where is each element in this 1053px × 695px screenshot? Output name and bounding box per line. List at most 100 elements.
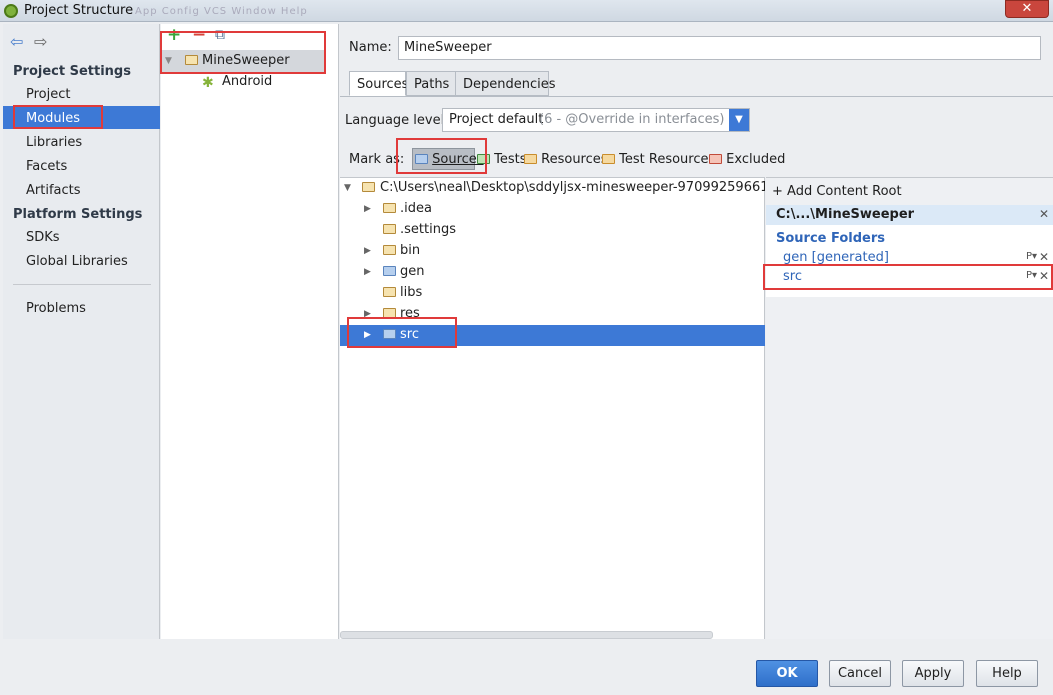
tab-divider (340, 96, 1053, 97)
mark-resources-label: Resources (541, 152, 608, 167)
mark-resources-button[interactable]: Resources (524, 152, 608, 167)
source-folder-row-gen[interactable]: gen [generated] P▾ ✕ (766, 249, 1053, 267)
folder-icon (383, 287, 396, 297)
horizontal-scrollbar[interactable] (340, 631, 713, 639)
tree-row-label: src (400, 327, 419, 342)
package-prefix-icon[interactable]: P▾ (1026, 251, 1037, 262)
expand-chevron-icon[interactable]: ▼ (344, 183, 351, 193)
tests-folder-icon (477, 154, 490, 164)
nav-item-problems[interactable]: Problems (26, 301, 86, 316)
language-level-label: Language level: (345, 113, 449, 128)
dropdown-arrow-icon[interactable]: ▼ (729, 109, 749, 131)
tree-root-row[interactable]: ▼ C:\Users\neal\Desktop\sddyljsx-mineswe… (340, 178, 765, 199)
tree-row-src[interactable]: ▶ src (340, 325, 765, 346)
mark-excluded-button[interactable]: Excluded (709, 152, 785, 167)
language-level-hint: (6 - @Override in interfaces) (539, 112, 725, 127)
mark-tests-button[interactable]: Tests (477, 152, 527, 167)
excluded-folder-icon (709, 154, 722, 164)
remove-folder-icon[interactable]: ✕ (1039, 250, 1049, 264)
tree-row-idea[interactable]: ▶ .idea (340, 199, 765, 220)
facet-row[interactable]: ✱ Android (202, 73, 322, 93)
nav-item-project[interactable]: Project (26, 87, 70, 102)
folder-icon (383, 224, 396, 234)
copy-module-icon[interactable]: ⧉ (215, 27, 225, 43)
settings-nav: ⇦ ⇨ Project Settings Project Modules Lib… (3, 24, 160, 639)
project-settings-header: Project Settings (13, 64, 131, 79)
forward-arrow-icon[interactable]: ⇨ (34, 32, 47, 51)
nav-item-facets[interactable]: Facets (26, 159, 67, 174)
mark-tests-label: Tests (494, 152, 527, 167)
tree-row-label: .idea (400, 201, 432, 216)
android-icon: ✱ (202, 75, 214, 91)
tree-row-bin[interactable]: ▶ bin (340, 241, 765, 262)
tree-row-res[interactable]: ▶ res (340, 304, 765, 325)
content-root-panel: + Add Content Root C:\...\MineSweeper ✕ … (766, 177, 1053, 639)
tree-row-libs[interactable]: libs (340, 283, 765, 304)
resources-folder-icon (524, 154, 537, 164)
module-name-input[interactable]: MineSweeper (398, 36, 1041, 60)
nav-item-sdks[interactable]: SDKs (26, 230, 60, 245)
expand-arrow-icon[interactable]: ▶ (364, 246, 371, 256)
content-root-header: C:\...\MineSweeper ✕ (766, 205, 1053, 225)
source-folder-row-src[interactable]: src P▾ ✕ (766, 267, 1053, 287)
source-folder-name: gen [generated] (783, 250, 889, 265)
tree-row-label: gen (400, 264, 425, 279)
cancel-button[interactable]: Cancel (829, 660, 891, 687)
language-level-select[interactable]: Project default (6 - @Override in interf… (442, 108, 750, 132)
add-module-icon[interactable]: + (167, 25, 181, 45)
apply-button[interactable]: Apply (902, 660, 964, 687)
remove-folder-icon[interactable]: ✕ (1039, 269, 1049, 283)
module-tree-panel: + − ⧉ ▼ MineSweeper ✱ Android (161, 24, 339, 639)
source-folder-icon (383, 329, 396, 339)
remove-module-icon[interactable]: − (192, 25, 206, 45)
nav-item-global-libraries[interactable]: Global Libraries (26, 254, 128, 269)
module-detail-panel: Name: MineSweeper Sources Paths Dependen… (340, 24, 1053, 639)
tab-dependencies[interactable]: Dependencies (455, 71, 556, 96)
name-label: Name: (349, 40, 392, 55)
source-folder-name: src (783, 269, 802, 284)
module-row[interactable]: ▼ MineSweeper (161, 50, 326, 72)
tree-row-settings[interactable]: .settings (340, 220, 765, 241)
ok-button[interactable]: OK (756, 660, 818, 687)
android-studio-icon (4, 4, 18, 18)
generated-source-folder-icon (383, 266, 396, 276)
expand-chevron-icon[interactable]: ▼ (165, 56, 172, 66)
expand-arrow-icon[interactable]: ▶ (364, 309, 371, 319)
nav-item-modules[interactable]: Modules (26, 111, 80, 126)
mark-sources-button[interactable]: Sources (415, 152, 484, 167)
facet-name: Android (222, 74, 273, 89)
title-bar: Project Structure App Config VCS Window … (0, 0, 1053, 22)
back-arrow-icon[interactable]: ⇦ (10, 32, 23, 51)
tree-row-label: libs (400, 285, 423, 300)
folder-icon (383, 308, 396, 318)
nav-item-libraries[interactable]: Libraries (26, 135, 82, 150)
help-button[interactable]: Help (976, 660, 1038, 687)
mark-excluded-label: Excluded (726, 152, 786, 167)
tree-row-label: bin (400, 243, 421, 258)
content-tree[interactable]: ▼ C:\Users\neal\Desktop\sddyljsx-mineswe… (340, 177, 765, 639)
nav-item-artifacts[interactable]: Artifacts (26, 183, 81, 198)
source-folders-header: Source Folders (776, 231, 886, 246)
platform-settings-header: Platform Settings (13, 207, 143, 222)
tab-sources[interactable]: Sources (349, 71, 408, 96)
module-name-value: MineSweeper (404, 40, 492, 55)
package-prefix-icon[interactable]: P▾ (1026, 270, 1037, 281)
mark-sources-label: Sources (432, 152, 484, 167)
folder-icon (383, 245, 396, 255)
folder-icon (362, 182, 375, 192)
add-content-root-link[interactable]: + Add Content Root (772, 184, 902, 199)
tree-row-gen[interactable]: ▶ gen (340, 262, 765, 283)
remove-content-root-icon[interactable]: ✕ (1039, 207, 1049, 221)
tree-row-label: .settings (400, 222, 456, 237)
close-button[interactable]: ✕ (1005, 0, 1049, 18)
tree-root-label: C:\Users\neal\Desktop\sddyljsx-minesweep… (380, 180, 765, 195)
expand-arrow-icon[interactable]: ▶ (364, 267, 371, 277)
folder-icon (383, 203, 396, 213)
mark-test-resources-button[interactable]: Test Resources (602, 152, 715, 167)
expand-arrow-icon[interactable]: ▶ (364, 204, 371, 214)
tree-row-label: res (400, 306, 420, 321)
tab-paths[interactable]: Paths (406, 71, 456, 96)
expand-arrow-icon[interactable]: ▶ (364, 330, 371, 340)
window-title: Project Structure (24, 3, 134, 18)
module-toolbar: + − ⧉ (161, 24, 339, 50)
